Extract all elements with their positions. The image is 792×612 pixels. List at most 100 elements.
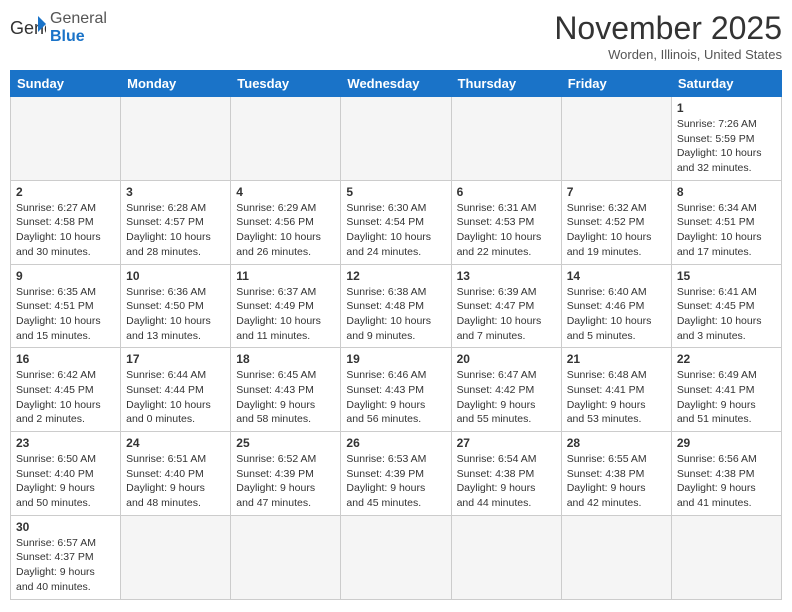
day-number: 17 bbox=[126, 352, 225, 366]
calendar-week-row: 23Sunrise: 6:50 AM Sunset: 4:40 PM Dayli… bbox=[11, 432, 782, 516]
day-number: 24 bbox=[126, 436, 225, 450]
calendar-cell: 16Sunrise: 6:42 AM Sunset: 4:45 PM Dayli… bbox=[11, 348, 121, 432]
day-number: 29 bbox=[677, 436, 776, 450]
day-number: 26 bbox=[346, 436, 445, 450]
day-info: Sunrise: 6:36 AM Sunset: 4:50 PM Dayligh… bbox=[126, 285, 225, 344]
day-number: 14 bbox=[567, 269, 666, 283]
col-header-friday: Friday bbox=[561, 71, 671, 97]
calendar-cell: 12 Sunrise: 6:38 AM Sunset: 4:48 PM Dayli… bbox=[341, 264, 451, 348]
calendar-cell bbox=[451, 515, 561, 599]
calendar-cell: 11 Sunrise: 6:37 AM Sunset: 4:49 PM Dayli… bbox=[231, 264, 341, 348]
calendar-week-row: 9Sunrise: 6:35 AM Sunset: 4:51 PM Daylig… bbox=[11, 264, 782, 348]
day-info: Sunrise: 6:53 AM Sunset: 4:39 PM Dayligh… bbox=[346, 452, 445, 511]
location: Worden, Illinois, United States bbox=[554, 47, 782, 62]
col-header-wednesday: Wednesday bbox=[341, 71, 451, 97]
day-info: Sunrise: 6:34 AM Sunset: 4:51 PM Dayligh… bbox=[677, 201, 776, 260]
day-number: 23 bbox=[16, 436, 115, 450]
calendar-cell bbox=[561, 97, 671, 181]
day-number: 10 bbox=[126, 269, 225, 283]
day-number: 25 bbox=[236, 436, 335, 450]
calendar-cell: 23Sunrise: 6:50 AM Sunset: 4:40 PM Dayli… bbox=[11, 432, 121, 516]
calendar-cell: 14 Sunrise: 6:40 AM Sunset: 4:46 PM Dayli… bbox=[561, 264, 671, 348]
day-number: 27 bbox=[457, 436, 556, 450]
day-number: 11 bbox=[236, 269, 335, 283]
day-info: Sunrise: 6:42 AM Sunset: 4:45 PM Dayligh… bbox=[16, 368, 115, 427]
day-info: Sunrise: 6:49 AM Sunset: 4:41 PM Dayligh… bbox=[677, 368, 776, 427]
logo-blue: Blue bbox=[50, 28, 107, 46]
day-number: 19 bbox=[346, 352, 445, 366]
day-info: Sunrise: 6:48 AM Sunset: 4:41 PM Dayligh… bbox=[567, 368, 666, 427]
day-number: 8 bbox=[677, 185, 776, 199]
day-info: Sunrise: 7:26 AM Sunset: 5:59 PM Dayligh… bbox=[677, 117, 776, 176]
day-number: 15 bbox=[677, 269, 776, 283]
calendar-cell: 22 Sunrise: 6:49 AM Sunset: 4:41 PM Dayli… bbox=[671, 348, 781, 432]
day-info: Sunrise: 6:37 AM Sunset: 4:49 PM Dayligh… bbox=[236, 285, 335, 344]
day-info: Sunrise: 6:46 AM Sunset: 4:43 PM Dayligh… bbox=[346, 368, 445, 427]
day-info: Sunrise: 6:47 AM Sunset: 4:42 PM Dayligh… bbox=[457, 368, 556, 427]
day-info: Sunrise: 6:27 AM Sunset: 4:58 PM Dayligh… bbox=[16, 201, 115, 260]
day-number: 5 bbox=[346, 185, 445, 199]
calendar-cell: 27 Sunrise: 6:54 AM Sunset: 4:38 PM Dayli… bbox=[451, 432, 561, 516]
day-number: 13 bbox=[457, 269, 556, 283]
day-info: Sunrise: 6:45 AM Sunset: 4:43 PM Dayligh… bbox=[236, 368, 335, 427]
day-info: Sunrise: 6:56 AM Sunset: 4:38 PM Dayligh… bbox=[677, 452, 776, 511]
day-number: 21 bbox=[567, 352, 666, 366]
calendar-week-row: 16Sunrise: 6:42 AM Sunset: 4:45 PM Dayli… bbox=[11, 348, 782, 432]
day-info: Sunrise: 6:31 AM Sunset: 4:53 PM Dayligh… bbox=[457, 201, 556, 260]
day-number: 1 bbox=[677, 101, 776, 115]
day-info: Sunrise: 6:39 AM Sunset: 4:47 PM Dayligh… bbox=[457, 285, 556, 344]
day-number: 28 bbox=[567, 436, 666, 450]
day-number: 22 bbox=[677, 352, 776, 366]
day-number: 3 bbox=[126, 185, 225, 199]
month-year: November 2025 bbox=[554, 10, 782, 47]
calendar-cell: 3 Sunrise: 6:28 AM Sunset: 4:57 PM Daylig… bbox=[121, 180, 231, 264]
calendar-cell bbox=[341, 515, 451, 599]
col-header-sunday: Sunday bbox=[11, 71, 121, 97]
day-info: Sunrise: 6:41 AM Sunset: 4:45 PM Dayligh… bbox=[677, 285, 776, 344]
calendar-cell: 26 Sunrise: 6:53 AM Sunset: 4:39 PM Dayli… bbox=[341, 432, 451, 516]
calendar-cell: 25 Sunrise: 6:52 AM Sunset: 4:39 PM Dayli… bbox=[231, 432, 341, 516]
calendar-cell: 30 Sunrise: 6:57 AM Sunset: 4:37 PM Dayli… bbox=[11, 515, 121, 599]
day-info: Sunrise: 6:51 AM Sunset: 4:40 PM Dayligh… bbox=[126, 452, 225, 511]
day-info: Sunrise: 6:40 AM Sunset: 4:46 PM Dayligh… bbox=[567, 285, 666, 344]
day-info: Sunrise: 6:30 AM Sunset: 4:54 PM Dayligh… bbox=[346, 201, 445, 260]
day-info: Sunrise: 6:28 AM Sunset: 4:57 PM Dayligh… bbox=[126, 201, 225, 260]
calendar-cell bbox=[341, 97, 451, 181]
day-info: Sunrise: 6:57 AM Sunset: 4:37 PM Dayligh… bbox=[16, 536, 115, 595]
calendar-week-row: 2 Sunrise: 6:27 AM Sunset: 4:58 PM Daylig… bbox=[11, 180, 782, 264]
calendar-cell bbox=[561, 515, 671, 599]
calendar-cell: 21 Sunrise: 6:48 AM Sunset: 4:41 PM Dayli… bbox=[561, 348, 671, 432]
day-number: 2 bbox=[16, 185, 115, 199]
calendar-cell: 5 Sunrise: 6:30 AM Sunset: 4:54 PM Daylig… bbox=[341, 180, 451, 264]
col-header-saturday: Saturday bbox=[671, 71, 781, 97]
day-info: Sunrise: 6:44 AM Sunset: 4:44 PM Dayligh… bbox=[126, 368, 225, 427]
calendar-cell bbox=[231, 515, 341, 599]
calendar-cell: 24 Sunrise: 6:51 AM Sunset: 4:40 PM Dayli… bbox=[121, 432, 231, 516]
calendar-cell: 10 Sunrise: 6:36 AM Sunset: 4:50 PM Dayli… bbox=[121, 264, 231, 348]
calendar-cell: 18 Sunrise: 6:45 AM Sunset: 4:43 PM Dayli… bbox=[231, 348, 341, 432]
calendar-cell bbox=[121, 515, 231, 599]
day-info: Sunrise: 6:55 AM Sunset: 4:38 PM Dayligh… bbox=[567, 452, 666, 511]
day-info: Sunrise: 6:54 AM Sunset: 4:38 PM Dayligh… bbox=[457, 452, 556, 511]
day-number: 18 bbox=[236, 352, 335, 366]
day-number: 7 bbox=[567, 185, 666, 199]
col-header-thursday: Thursday bbox=[451, 71, 561, 97]
calendar-cell: 29 Sunrise: 6:56 AM Sunset: 4:38 PM Dayli… bbox=[671, 432, 781, 516]
calendar-cell: 19 Sunrise: 6:46 AM Sunset: 4:43 PM Dayli… bbox=[341, 348, 451, 432]
calendar-cell: 7Sunrise: 6:32 AM Sunset: 4:52 PM Daylig… bbox=[561, 180, 671, 264]
calendar-cell: 9Sunrise: 6:35 AM Sunset: 4:51 PM Daylig… bbox=[11, 264, 121, 348]
calendar-header-row: SundayMondayTuesdayWednesdayThursdayFrid… bbox=[11, 71, 782, 97]
day-number: 12 bbox=[346, 269, 445, 283]
logo-general: General bbox=[50, 10, 107, 28]
day-info: Sunrise: 6:52 AM Sunset: 4:39 PM Dayligh… bbox=[236, 452, 335, 511]
calendar: SundayMondayTuesdayWednesdayThursdayFrid… bbox=[10, 70, 782, 600]
day-info: Sunrise: 6:35 AM Sunset: 4:51 PM Dayligh… bbox=[16, 285, 115, 344]
calendar-cell: 17 Sunrise: 6:44 AM Sunset: 4:44 PM Dayli… bbox=[121, 348, 231, 432]
logo: General General Blue bbox=[10, 10, 107, 45]
day-number: 20 bbox=[457, 352, 556, 366]
title-block: November 2025 Worden, Illinois, United S… bbox=[554, 10, 782, 62]
day-info: Sunrise: 6:38 AM Sunset: 4:48 PM Dayligh… bbox=[346, 285, 445, 344]
calendar-week-row: 30 Sunrise: 6:57 AM Sunset: 4:37 PM Dayli… bbox=[11, 515, 782, 599]
calendar-cell: 20 Sunrise: 6:47 AM Sunset: 4:42 PM Dayli… bbox=[451, 348, 561, 432]
day-number: 30 bbox=[16, 520, 115, 534]
